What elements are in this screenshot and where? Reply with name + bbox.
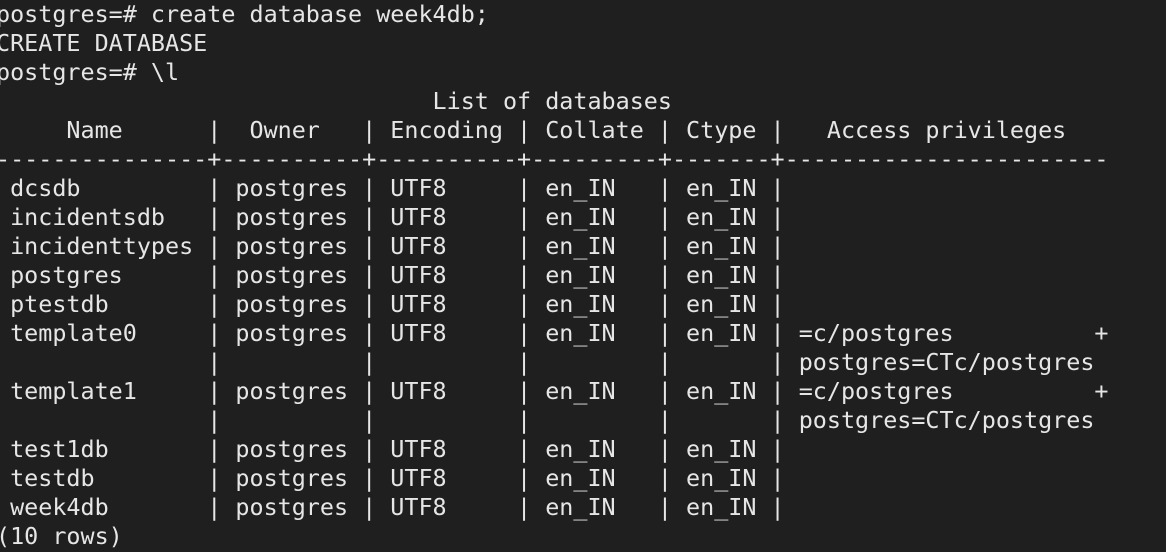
table-row: template0 | postgres | UTF8 | en_IN | en…	[0, 319, 1109, 347]
table-row: dcsdb | postgres | UTF8 | en_IN | en_IN …	[0, 174, 785, 202]
terminal-output[interactable]: postgres=# create database week4db; CREAT…	[0, 0, 1109, 551]
row-count: (10 rows)	[0, 522, 123, 550]
table-row: incidenttypes | postgres | UTF8 | en_IN …	[0, 232, 785, 260]
table-header: Name | Owner | Encoding | Collate | Ctyp…	[0, 116, 1067, 144]
table-row: postgres | postgres | UTF8 | en_IN | en_…	[0, 261, 785, 289]
table-row-continuation: | | | | | postgres=CTc/postgres	[0, 406, 1095, 434]
table-row: week4db | postgres | UTF8 | en_IN | en_I…	[0, 493, 785, 521]
table-title: List of databases	[0, 87, 672, 115]
table-row: test1db | postgres | UTF8 | en_IN | en_I…	[0, 435, 785, 463]
command-line: postgres=# create database week4db;	[0, 0, 489, 28]
command-result: CREATE DATABASE	[0, 29, 208, 57]
table-row: ptestdb | postgres | UTF8 | en_IN | en_I…	[0, 290, 785, 318]
table-separator: ---------------+----------+----------+--…	[0, 145, 1109, 173]
table-row: testdb | postgres | UTF8 | en_IN | en_IN…	[0, 464, 785, 492]
table-row-continuation: | | | | | postgres=CTc/postgres	[0, 348, 1095, 376]
command-line: postgres=# \l	[0, 58, 180, 86]
table-row: incidentsdb | postgres | UTF8 | en_IN | …	[0, 203, 785, 231]
table-row: template1 | postgres | UTF8 | en_IN | en…	[0, 377, 1109, 405]
